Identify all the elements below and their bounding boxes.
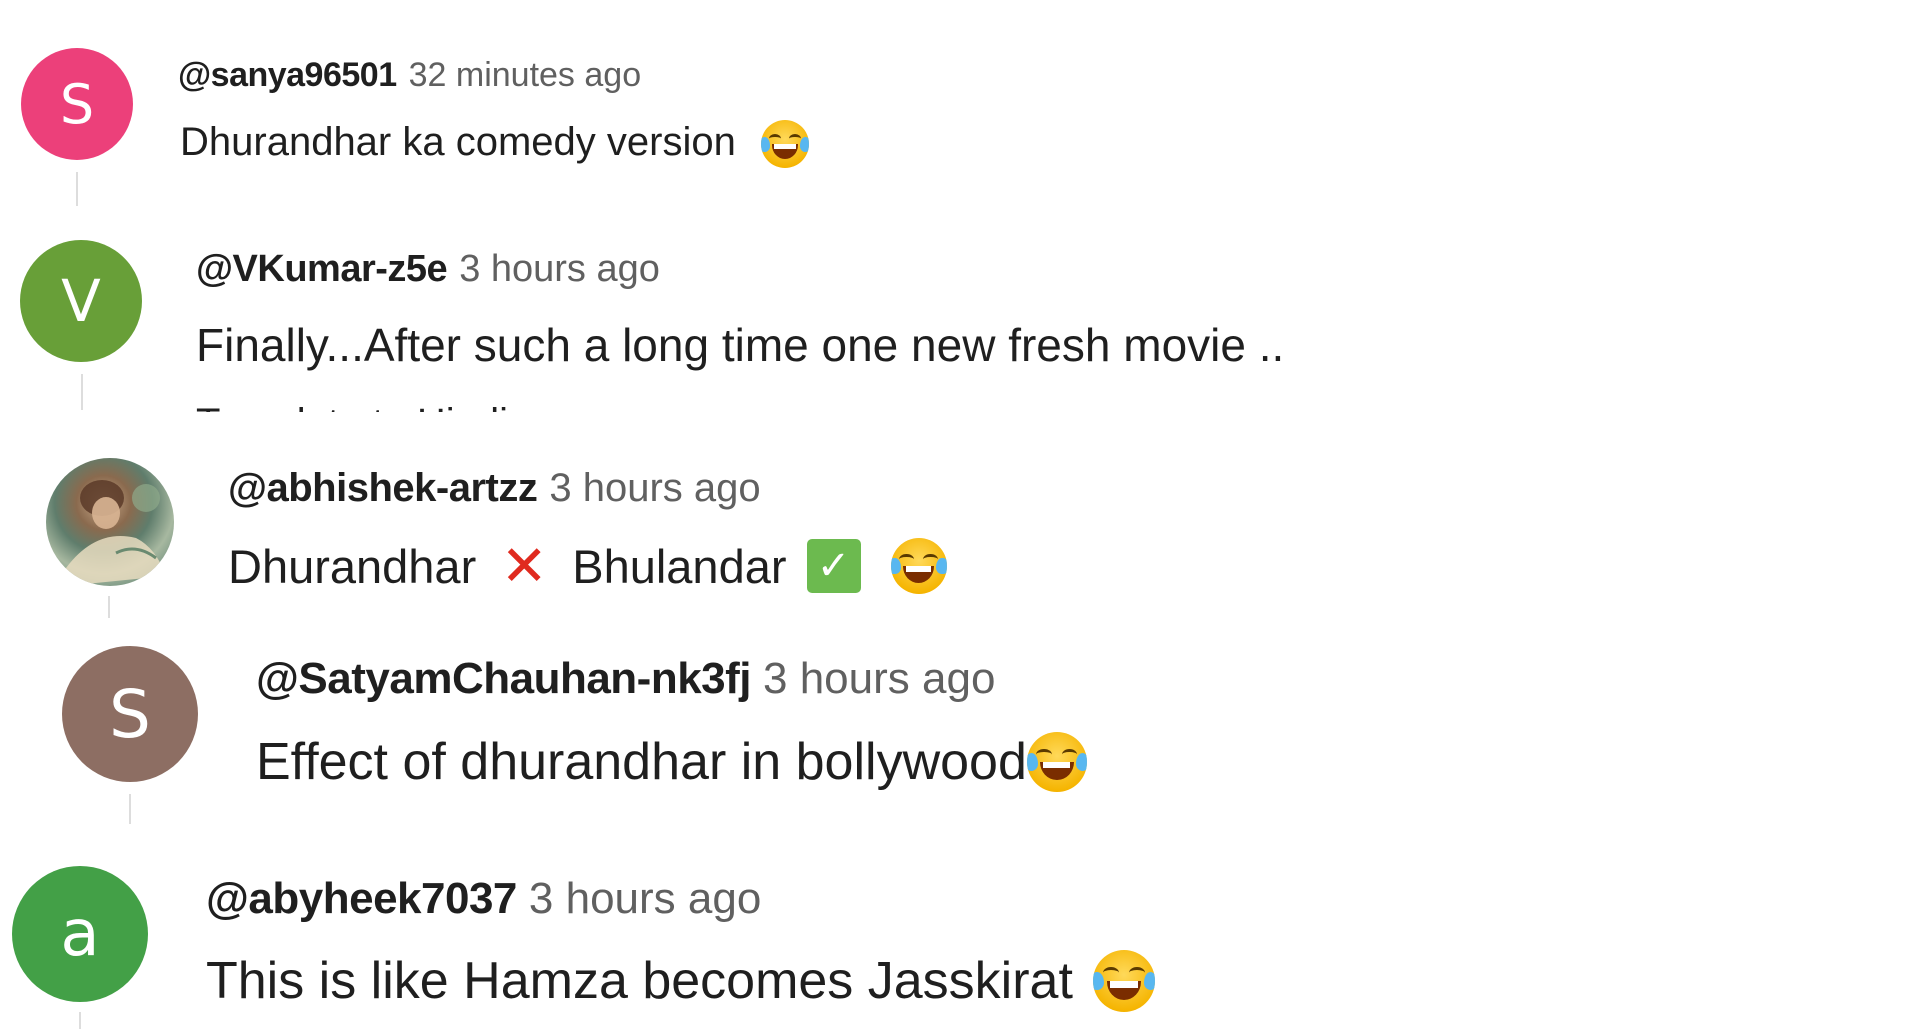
photo-avatar-image [66, 480, 166, 586]
comment-time[interactable]: 3 hours ago [459, 248, 660, 291]
thread-line [108, 596, 110, 618]
avatar-letter: S [59, 72, 95, 136]
comment-text: This is like Hamza becomes Jasskirat [206, 950, 1155, 1012]
comment-time[interactable]: 3 hours ago [549, 466, 760, 511]
face-with-tears-of-joy-emoji [760, 120, 809, 169]
avatar[interactable]: S [21, 48, 133, 160]
avatar[interactable]: S [62, 646, 198, 782]
comment-author[interactable]: @abyheek7037 [206, 874, 517, 924]
avatar-letter: a [60, 897, 100, 971]
comment-text-content: Effect of dhurandhar in bollywood [256, 733, 1027, 791]
comment-meta: @abyheek7037 3 hours ago [206, 874, 761, 924]
thread-line [76, 172, 78, 206]
comment-meta: @sanya96501 32 minutes ago [178, 56, 641, 95]
thread-line [81, 374, 83, 410]
translate-link[interactable]: Translate to Hindi [196, 400, 596, 412]
comment-meta: @abhishek-artzz 3 hours ago [228, 466, 761, 511]
face-with-tears-of-joy-emoji [1026, 732, 1087, 792]
comment-text: Dhurandhar ✕ Bhulandar ✓ [228, 533, 947, 599]
comment-text: Dhurandhar ka comedy version [180, 120, 809, 169]
avatar[interactable]: a [12, 866, 148, 1002]
comment-text-content: Dhurandhar ka comedy version [180, 120, 736, 164]
avatar-letter: S [109, 675, 151, 753]
translate-link-text: Translate to Hindi [196, 401, 508, 412]
comment-text-part2: Bhulandar [572, 539, 787, 593]
comment-text-content: This is like Hamza becomes Jasskirat [206, 952, 1073, 1010]
comment-time[interactable]: 32 minutes ago [409, 56, 642, 95]
face-with-tears-of-joy-emoji [1092, 950, 1155, 1012]
check-mark-button-emoji: ✓ [806, 539, 861, 593]
comment-author[interactable]: @VKumar-z5e [196, 248, 448, 291]
comment-author[interactable]: @abhishek-artzz [228, 466, 538, 511]
cross-mark-emoji: ✕ [500, 533, 548, 599]
comment-meta: @SatyamChauhan-nk3fj 3 hours ago [256, 654, 995, 704]
photo-avatar[interactable] [46, 458, 174, 586]
comment-text: Effect of dhurandhar in bollywood [256, 732, 1087, 792]
thread-line [79, 1012, 81, 1029]
comment-time[interactable]: 3 hours ago [763, 654, 995, 704]
avatar-letter: V [61, 267, 101, 335]
thread-line [129, 794, 131, 824]
avatar[interactable]: V [20, 240, 142, 362]
face-with-tears-of-joy-emoji [890, 538, 947, 594]
comment-text-part1: Dhurandhar [228, 539, 477, 593]
comment-time[interactable]: 3 hours ago [529, 874, 761, 924]
comment-author[interactable]: @SatyamChauhan-nk3fj [256, 654, 752, 704]
comment-text: Finally...After such a long time one new… [196, 319, 1285, 371]
comment-author[interactable]: @sanya96501 [178, 56, 397, 95]
comment-meta: @VKumar-z5e 3 hours ago [196, 248, 660, 291]
